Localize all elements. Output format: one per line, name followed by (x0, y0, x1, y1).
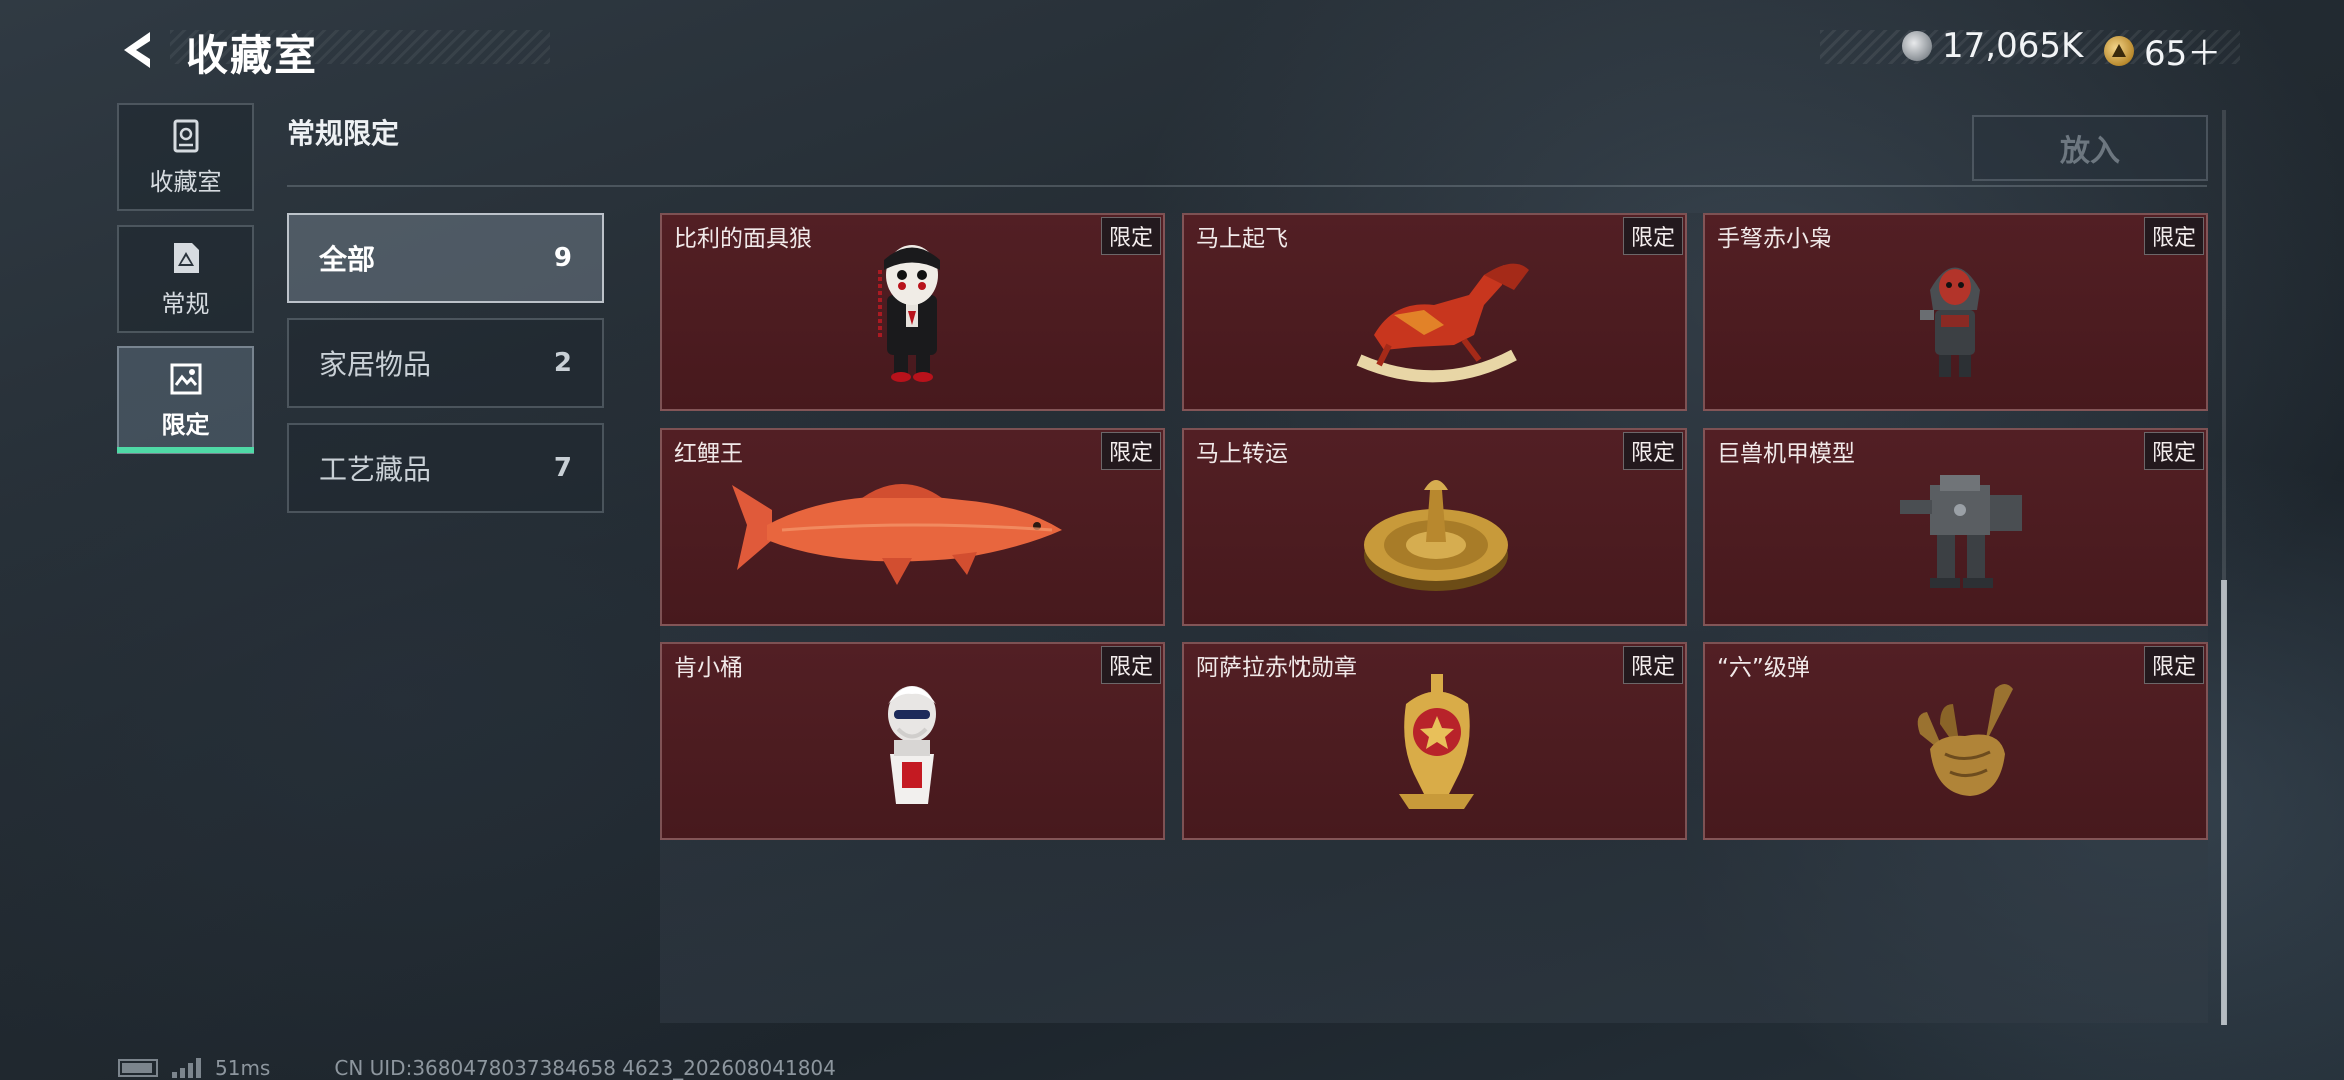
filter-count: 9 (553, 243, 572, 273)
collection-card[interactable]: 马上起飞 限定 (1182, 213, 1687, 411)
limited-badge: 限定 (1622, 646, 1683, 684)
limited-badge: 限定 (1622, 432, 1683, 470)
collection-card[interactable]: 手弩赤小枭 限定 (1703, 213, 2208, 411)
section-divider (287, 185, 2207, 187)
limited-badge: 限定 (1100, 646, 1161, 684)
coin-balance[interactable]: 17,065K (1902, 26, 2083, 66)
limited-badge: 限定 (2143, 432, 2204, 470)
limited-badge: 限定 (1622, 217, 1683, 255)
card-name: 比利的面具狼 (674, 226, 812, 252)
back-arrow-icon[interactable] (116, 26, 164, 74)
sidebar-item-label: 收藏室 (149, 167, 222, 196)
user-uid: CN UID:3680478037384658 4623_20260804180… (334, 1056, 836, 1080)
collection-card[interactable]: 红鲤王 限定 (660, 428, 1165, 626)
artwork-icon (170, 363, 201, 394)
collection-card[interactable]: 肯小桶 限定 (660, 642, 1165, 840)
coin-icon (1902, 31, 1932, 61)
scrollbar-thumb[interactable] (2221, 580, 2227, 1025)
token-amount: 65＋ (2144, 34, 2222, 74)
coin-amount: 17,065K (1942, 26, 2084, 66)
vault-icon (173, 119, 198, 152)
filter-label: 全部 (319, 243, 376, 276)
filter-count: 2 (553, 348, 572, 378)
filter-craft-collectibles[interactable]: 工艺藏品 7 (287, 423, 604, 513)
filter-home-items[interactable]: 家居物品 2 (287, 318, 604, 408)
card-name: 阿萨拉赤忱勋章 (1196, 655, 1357, 681)
limited-badge: 限定 (2143, 646, 2204, 684)
collection-card[interactable]: 阿萨拉赤忱勋章 限定 (1182, 642, 1687, 840)
section-title: 常规限定 (287, 117, 400, 150)
collection-card[interactable]: “六”级弹 限定 (1703, 642, 2208, 840)
battery-icon (118, 1059, 158, 1077)
place-button[interactable]: 放入 (1972, 115, 2208, 181)
page-title: 收藏室 (186, 31, 319, 80)
card-name: 手弩赤小枭 (1717, 226, 1832, 252)
filter-label: 工艺藏品 (319, 453, 432, 486)
collection-card[interactable]: 巨兽机甲模型 限定 (1703, 428, 2208, 626)
filter-label: 家居物品 (319, 348, 432, 381)
card-name: 马上转运 (1196, 441, 1288, 467)
ping-value: 51ms (215, 1056, 271, 1080)
sidebar-item-vault[interactable]: 收藏室 (117, 103, 254, 211)
status-footer: 51ms CN UID:3680478037384658 4623_202608… (118, 1056, 836, 1080)
sidebar-item-label: 常规 (161, 289, 210, 318)
signal-icon (172, 1058, 201, 1078)
sidebar-item-label: 限定 (161, 410, 210, 439)
filter-count: 7 (553, 453, 572, 483)
document-icon (173, 242, 199, 273)
card-name: “六”级弹 (1717, 655, 1810, 681)
filter-all[interactable]: 全部 9 (287, 213, 604, 303)
collection-card[interactable]: 马上转运 限定 (1182, 428, 1687, 626)
limited-badge: 限定 (2143, 217, 2204, 255)
sidebar-item-regular[interactable]: 常规 (117, 225, 254, 333)
card-name: 肯小桶 (674, 655, 743, 681)
token-balance[interactable]: 65＋ (2104, 26, 2221, 75)
collection-card[interactable]: 比利的面具狼 限定 (660, 213, 1165, 411)
limited-badge: 限定 (1100, 432, 1161, 470)
limited-badge: 限定 (1100, 217, 1161, 255)
sidebar-item-limited[interactable]: 限定 (117, 346, 254, 454)
card-name: 巨兽机甲模型 (1717, 441, 1855, 467)
card-name: 马上起飞 (1196, 226, 1288, 252)
card-name: 红鲤王 (674, 441, 743, 467)
active-tab-indicator (117, 447, 254, 453)
token-icon (2104, 35, 2134, 66)
